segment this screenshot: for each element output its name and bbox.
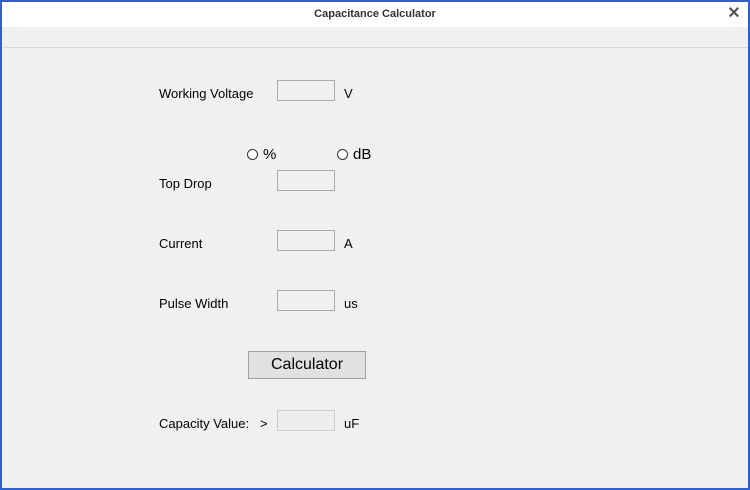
current-unit: A bbox=[344, 236, 353, 251]
pulse-width-unit: us bbox=[344, 296, 358, 311]
capacity-operator: > bbox=[260, 416, 268, 431]
radio-db-circle[interactable] bbox=[337, 149, 348, 160]
radio-percent-label: % bbox=[263, 146, 277, 163]
capacity-output bbox=[277, 410, 335, 431]
radio-db-label: dB bbox=[353, 146, 372, 163]
window-title: Capacitance Calculator bbox=[314, 8, 436, 20]
title-bar: Capacitance Calculator ✕ bbox=[2, 2, 748, 27]
capacity-unit: uF bbox=[344, 416, 360, 431]
working-voltage-unit: V bbox=[344, 86, 353, 101]
working-voltage-input[interactable] bbox=[277, 80, 335, 101]
form-area: Working Voltage V % dB Top Drop Current … bbox=[2, 48, 748, 488]
pulse-width-label: Pulse Width bbox=[159, 296, 229, 311]
current-input[interactable] bbox=[277, 230, 335, 251]
capacity-value-label: Capacity Value: bbox=[159, 416, 250, 431]
top-drop-input[interactable] bbox=[277, 170, 335, 191]
app-window: Capacitance Calculator ✕ Working Voltage… bbox=[0, 0, 750, 490]
current-label: Current bbox=[159, 236, 203, 251]
radio-percent[interactable]: % bbox=[247, 146, 276, 163]
top-drop-label: Top Drop bbox=[159, 176, 212, 191]
radio-db[interactable]: dB bbox=[337, 146, 371, 163]
working-voltage-label: Working Voltage bbox=[159, 86, 254, 101]
pulse-width-input[interactable] bbox=[277, 290, 335, 311]
close-icon[interactable]: ✕ bbox=[726, 6, 742, 22]
calculator-button[interactable]: Calculator bbox=[248, 351, 366, 379]
radio-percent-circle[interactable] bbox=[247, 149, 258, 160]
toolbar-strip bbox=[2, 27, 748, 48]
